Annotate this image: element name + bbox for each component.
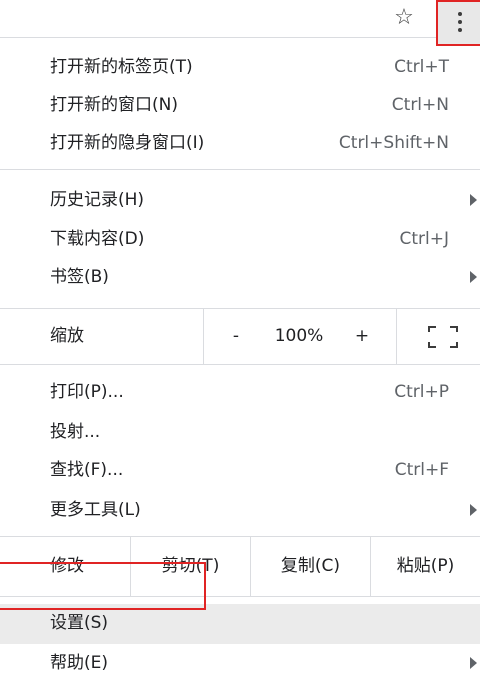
bookmark-star-icon[interactable]: ☆: [392, 6, 416, 30]
menu-separator: [0, 364, 480, 365]
menu-item-shortcut: Ctrl+P: [394, 382, 449, 402]
zoom-level: 100%: [274, 326, 324, 346]
kebab-dot-icon: [458, 12, 462, 16]
kebab-dot-icon: [458, 20, 462, 24]
submenu-arrow-icon: [470, 271, 477, 283]
zoom-divider: [396, 308, 397, 364]
menu-item-shortcut: Ctrl+F: [394, 460, 449, 480]
menu-item-label: 查找(F)...: [50, 460, 124, 480]
fullscreen-corner: [450, 342, 458, 348]
menu-item-label: 打开新的隐身窗口(I): [50, 133, 205, 153]
submenu-arrow-icon: [470, 504, 477, 516]
menu-separator: [0, 169, 480, 170]
menu-item-new-window[interactable]: 打开新的窗口(N) Ctrl+N: [0, 86, 480, 124]
fullscreen-corner: [428, 342, 436, 348]
menu-item-label: 下载内容(D): [50, 229, 145, 249]
menu-item-history[interactable]: 历史记录(H): [0, 181, 480, 219]
settings-highlight-box: [0, 562, 206, 610]
menu-item-shortcut: Ctrl+N: [391, 95, 449, 115]
menu-item-more-tools[interactable]: 更多工具(L): [0, 491, 480, 529]
menu-item-label: 历史记录(H): [50, 190, 145, 210]
menu-item-label: 投射...: [50, 422, 101, 442]
menu-item-cast[interactable]: 投射...: [0, 413, 480, 451]
submenu-arrow-icon: [470, 194, 477, 206]
menu-item-label: 帮助(E): [50, 653, 109, 673]
menu-item-shortcut: Ctrl+J: [399, 229, 449, 249]
menu-item-new-incognito-window[interactable]: 打开新的隐身窗口(I) Ctrl+Shift+N: [0, 124, 480, 162]
menu-item-shortcut: Ctrl+T: [394, 57, 449, 77]
menu-item-new-tab[interactable]: 打开新的标签页(T) Ctrl+T: [0, 48, 480, 86]
menu-item-label: 打印(P)...: [50, 382, 124, 402]
fullscreen-corner: [450, 326, 458, 332]
submenu-arrow-icon: [470, 657, 477, 669]
menu-item-shortcut: Ctrl+Shift+N: [338, 133, 449, 153]
paste-button[interactable]: 粘贴(P): [371, 536, 480, 596]
menu-item-help[interactable]: 帮助(E): [0, 644, 480, 682]
zoom-divider: [203, 308, 204, 364]
zoom-row: 缩放 - 100% +: [0, 308, 480, 364]
menu-item-find[interactable]: 查找(F)... Ctrl+F: [0, 451, 480, 489]
zoom-out-button[interactable]: -: [218, 308, 254, 364]
menu-item-label: 更多工具(L): [50, 500, 141, 520]
menu-item-print[interactable]: 打印(P)... Ctrl+P: [0, 373, 480, 411]
menu-item-label: 打开新的标签页(T): [50, 57, 193, 77]
zoom-in-button[interactable]: +: [344, 308, 380, 364]
kebab-dot-icon: [458, 28, 462, 32]
zoom-label: 缩放: [50, 326, 84, 346]
menu-item-settings[interactable]: 设置(S): [0, 604, 480, 644]
menu-item-label: 打开新的窗口(N): [50, 95, 178, 115]
copy-button[interactable]: 复制(C): [251, 536, 370, 596]
browser-toolbar: ☆: [0, 0, 480, 38]
menu-item-downloads[interactable]: 下载内容(D) Ctrl+J: [0, 220, 480, 258]
menu-item-bookmarks[interactable]: 书签(B): [0, 258, 480, 296]
fullscreen-corner: [428, 326, 436, 332]
fullscreen-icon[interactable]: [428, 326, 458, 348]
menu-item-label: 书签(B): [50, 267, 109, 287]
